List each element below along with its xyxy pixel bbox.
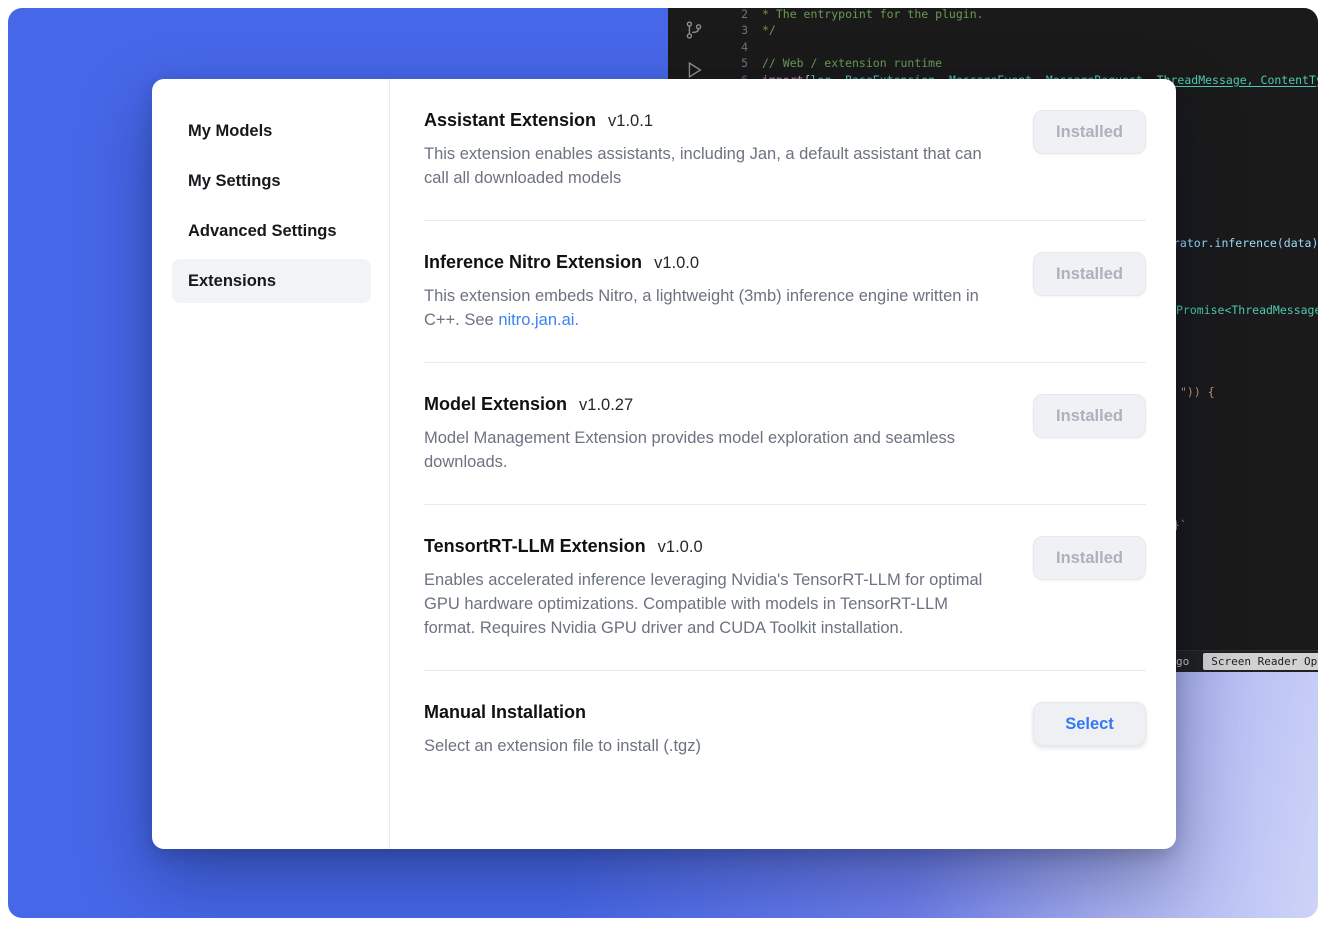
extensions-panel: Assistant Extension v1.0.1 This extensio… <box>390 79 1176 849</box>
extension-description: This extension embeds Nitro, a lightweig… <box>424 284 1002 332</box>
extension-title: TensortRT-LLM Extension <box>424 536 646 557</box>
extension-version: v1.0.27 <box>579 396 633 415</box>
editor-activity-bar <box>668 18 720 82</box>
extension-version: v1.0.1 <box>608 112 653 131</box>
extension-row-inference-nitro: Inference Nitro Extension v1.0.0 This ex… <box>424 221 1146 363</box>
sidebar-item-my-models[interactable]: My Models <box>172 109 371 153</box>
settings-modal: My Models My Settings Advanced Settings … <box>152 79 1176 849</box>
line-number: 5 <box>720 55 748 71</box>
status-text: go <box>1176 655 1189 668</box>
desktop-background: 2 * The entrypoint for the plugin. 3 */ … <box>8 8 1318 918</box>
extension-info: Manual Installation Select an extension … <box>424 702 701 758</box>
installed-button[interactable]: Installed <box>1033 536 1146 580</box>
line-number: 3 <box>720 22 748 38</box>
code-comment: // Web / extension runtime <box>762 55 942 71</box>
line-number: 2 <box>720 8 748 22</box>
installed-button[interactable]: Installed <box>1033 394 1146 438</box>
sidebar-item-my-settings[interactable]: My Settings <box>172 159 371 203</box>
extension-title: Assistant Extension <box>424 110 596 131</box>
extension-row-assistant: Assistant Extension v1.0.1 This extensio… <box>424 79 1146 221</box>
extension-row-tensorrt-llm: TensortRT-LLM Extension v1.0.0 Enables a… <box>424 505 1146 671</box>
extension-version: v1.0.0 <box>658 538 703 557</box>
manual-installation-description: Select an extension file to install (.tg… <box>424 734 701 758</box>
extension-row-model: Model Extension v1.0.27 Model Management… <box>424 363 1146 505</box>
code-comment: */ <box>762 22 776 38</box>
sidebar-item-advanced-settings[interactable]: Advanced Settings <box>172 209 371 253</box>
extension-description: This extension enables assistants, inclu… <box>424 142 1002 190</box>
sidebar-item-label: My Models <box>188 122 272 141</box>
code-fragment: rator.inference(data)); <box>1173 236 1318 250</box>
line-number: 4 <box>720 39 748 55</box>
screen-reader-badge[interactable]: Screen Reader Optimized <box>1203 653 1318 670</box>
code-comment: * The entrypoint for the plugin. <box>762 8 984 22</box>
extension-title: Inference Nitro Extension <box>424 252 642 273</box>
select-file-button[interactable]: Select <box>1033 702 1146 746</box>
sidebar-item-extensions[interactable]: Extensions <box>172 259 371 303</box>
installed-button[interactable]: Installed <box>1033 110 1146 154</box>
code-line: 3 */ <box>720 22 1318 38</box>
source-control-icon[interactable] <box>682 18 706 42</box>
extension-info: Inference Nitro Extension v1.0.0 This ex… <box>424 252 1002 332</box>
manual-installation-title: Manual Installation <box>424 702 586 723</box>
extension-info: Model Extension v1.0.27 Model Management… <box>424 394 1002 474</box>
nitro-link[interactable]: nitro.jan.ai. <box>498 311 579 329</box>
sidebar-item-label: My Settings <box>188 172 281 191</box>
sidebar-item-label: Advanced Settings <box>188 222 337 241</box>
code-fragment: Promise<ThreadMessage> <box>1176 303 1318 317</box>
code-line: 5 // Web / extension runtime <box>720 55 1318 71</box>
manual-installation-row: Manual Installation Select an extension … <box>424 671 1146 788</box>
extension-info: TensortRT-LLM Extension v1.0.0 Enables a… <box>424 536 1002 640</box>
code-line: 2 * The entrypoint for the plugin. <box>720 8 1318 22</box>
extension-description: Model Management Extension provides mode… <box>424 426 1002 474</box>
code-line: 4 <box>720 39 1318 55</box>
sidebar-item-label: Extensions <box>188 272 276 291</box>
extension-description: Enables accelerated inference leveraging… <box>424 568 1002 640</box>
code-area: 2 * The entrypoint for the plugin. 3 */ … <box>720 8 1318 88</box>
settings-sidebar: My Models My Settings Advanced Settings … <box>152 79 390 849</box>
code-fragment: ")) { <box>1180 385 1215 399</box>
extension-info: Assistant Extension v1.0.1 This extensio… <box>424 110 1002 190</box>
installed-button[interactable]: Installed <box>1033 252 1146 296</box>
extension-version: v1.0.0 <box>654 254 699 273</box>
extension-title: Model Extension <box>424 394 567 415</box>
